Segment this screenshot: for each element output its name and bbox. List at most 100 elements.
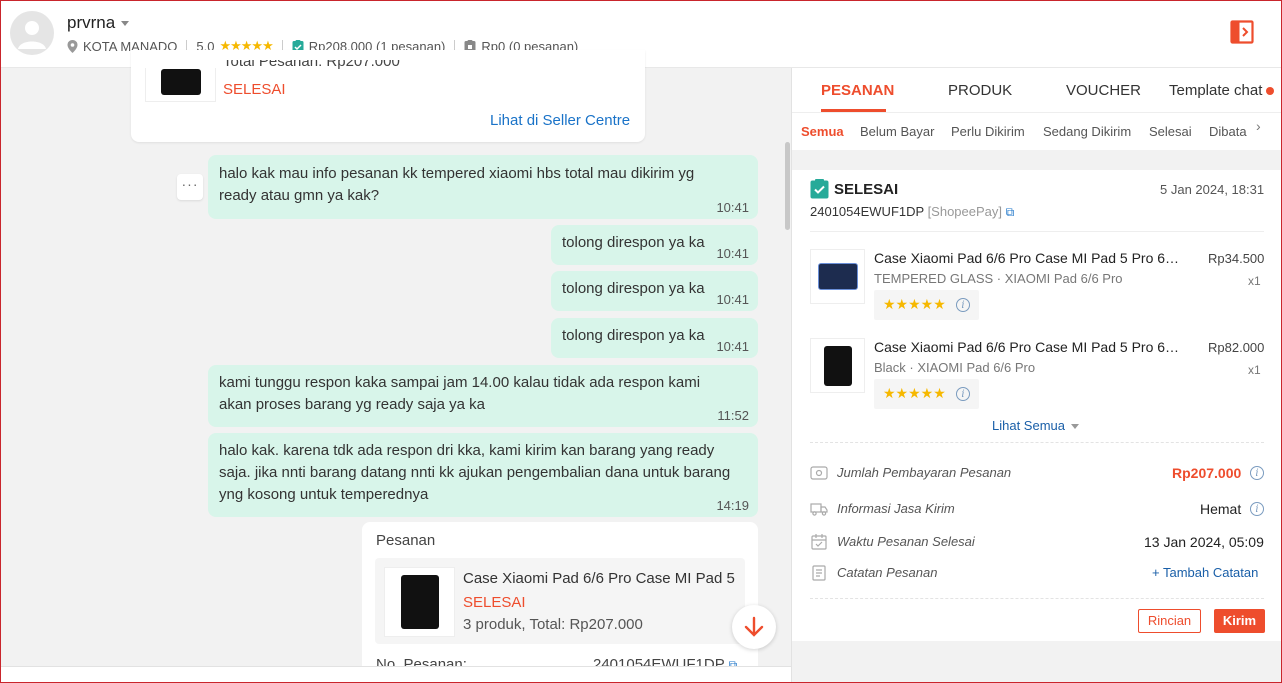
chat-message[interactable]: halo kak. karena tdk ada respon dri kka,… bbox=[208, 433, 758, 517]
payment-value: Rp207.000 bbox=[1172, 465, 1242, 481]
tab-voucher[interactable]: VOUCHER bbox=[1066, 82, 1141, 99]
tab-produk[interactable]: PRODUK bbox=[948, 82, 1012, 99]
order-number-text: 2401054EWUF1DP bbox=[593, 656, 725, 666]
top-order-status: SELESAI bbox=[223, 81, 286, 98]
chat-input-bar[interactable] bbox=[0, 666, 791, 683]
copy-icon[interactable]: ⧉ bbox=[1006, 205, 1015, 219]
subtab-belum-bayar[interactable]: Belum Bayar bbox=[860, 124, 934, 139]
panel-footer-spacer bbox=[792, 641, 1282, 683]
divider bbox=[810, 598, 1264, 599]
divider bbox=[810, 442, 1264, 443]
subtab-perlu-dikirim[interactable]: Perlu Dikirim bbox=[951, 124, 1025, 139]
product-variant: TEMPERED GLASS · XIAOMI Pad 6/6 Pro bbox=[874, 271, 1123, 286]
message-text: akan proses barang yg ready saja ya ka bbox=[219, 396, 485, 413]
avatar-icon[interactable] bbox=[10, 11, 54, 55]
product-quantity: x1 bbox=[1248, 363, 1261, 377]
product-price: Rp34.500 bbox=[1208, 251, 1265, 266]
chat-message[interactable]: tolong direspon ya ka 10:41 bbox=[551, 271, 758, 311]
shipping-label: Informasi Jasa Kirim bbox=[837, 501, 955, 516]
info-icon[interactable]: i bbox=[956, 298, 970, 312]
product-rating: ★★★★★ i bbox=[874, 290, 979, 320]
chat-message[interactable]: halo kak mau info pesanan kk tempered xi… bbox=[208, 155, 758, 219]
order-filter-tabs: Semua Belum Bayar Perlu Dikirim Sedang D… bbox=[792, 113, 1247, 150]
message-text: kami tunggu respon kaka sampai jam 14.00… bbox=[219, 374, 701, 391]
product-name[interactable]: Case Xiaomi Pad 6/6 Pro Case MI Pad 5 Pr… bbox=[874, 339, 1180, 355]
message-text: saja. jika nnti barang datang nnti kk aj… bbox=[219, 464, 731, 481]
chat-message[interactable]: tolong direspon ya ka 10:41 bbox=[551, 318, 758, 358]
chevron-down-icon bbox=[1071, 424, 1079, 430]
chat-scrollbar[interactable] bbox=[785, 142, 790, 230]
order-status: SELESAI bbox=[834, 181, 899, 198]
panel-tabs: PESANAN PRODUK VOUCHER Template chat bbox=[792, 68, 1282, 113]
product-thumbnail bbox=[810, 249, 865, 304]
section-spacer bbox=[792, 150, 1282, 170]
message-text: yng kosong untuk temperednya bbox=[219, 486, 429, 503]
order-status: SELESAI bbox=[463, 594, 526, 611]
location-pin-icon bbox=[67, 39, 78, 53]
chevron-right-icon[interactable]: › bbox=[1256, 118, 1261, 134]
order-card-title: Pesanan bbox=[376, 532, 436, 549]
tab-template-chat-label: Template chat bbox=[1169, 82, 1263, 99]
active-tab-indicator bbox=[821, 109, 886, 112]
product-name[interactable]: Case Xiaomi Pad 6/6 Pro Case MI Pad 5 Pr… bbox=[874, 250, 1180, 266]
shipping-value: Hemat bbox=[1200, 501, 1242, 517]
exit-icon[interactable] bbox=[1230, 20, 1254, 44]
message-time: 10:41 bbox=[716, 200, 749, 215]
copy-icon[interactable]: ⧉ bbox=[729, 658, 738, 666]
product-quantity: x1 bbox=[1248, 274, 1261, 288]
scroll-down-arrow-icon[interactable] bbox=[732, 605, 776, 649]
product-thumbnail bbox=[810, 338, 865, 393]
info-icon[interactable]: i bbox=[1250, 502, 1264, 516]
message-text: halo kak. karena tdk ada respon dri kka,… bbox=[219, 442, 715, 459]
info-icon[interactable]: i bbox=[1250, 466, 1264, 480]
chat-message[interactable]: tolong direspon ya ka 10:41 bbox=[551, 225, 758, 265]
message-time: 10:41 bbox=[716, 246, 749, 261]
completed-status-icon bbox=[810, 179, 829, 204]
username[interactable]: prvrna bbox=[67, 13, 130, 33]
tab-template-chat[interactable]: Template chat bbox=[1169, 82, 1275, 99]
subtab-dibatalkan[interactable]: Dibatalkan bbox=[1209, 124, 1247, 139]
truck-icon bbox=[810, 501, 828, 517]
tab-pesanan[interactable]: PESANAN bbox=[821, 82, 894, 99]
seller-centre-link[interactable]: Lihat di Seller Centre bbox=[490, 112, 630, 129]
subtab-sedang-dikirim[interactable]: Sedang Dikirim bbox=[1043, 124, 1131, 139]
product-thumbnail bbox=[145, 68, 216, 102]
detail-button[interactable]: Rincian bbox=[1138, 609, 1201, 633]
message-text: tolong direspon ya ka bbox=[562, 327, 705, 344]
order-date: 5 Jan 2024, 18:31 bbox=[1160, 182, 1265, 197]
send-button[interactable]: Kirim bbox=[1214, 609, 1265, 633]
payment-label: Jumlah Pembayaran Pesanan bbox=[837, 465, 1012, 480]
subtab-selesai[interactable]: Selesai bbox=[1149, 124, 1192, 139]
product-rating: ★★★★★ i bbox=[874, 379, 979, 409]
star-icon: ★★★★★ bbox=[883, 385, 946, 401]
star-icon: ★★★★★ bbox=[883, 296, 946, 312]
see-all-link[interactable]: Lihat Semua bbox=[992, 418, 1079, 433]
calendar-icon bbox=[810, 534, 828, 550]
add-note-link[interactable]: + Tambah Catatan bbox=[1152, 565, 1258, 580]
order-number: 2401054EWUF1DP [ShopeePay] ⧉ bbox=[810, 204, 1014, 220]
order-number: 2401054EWUF1DP ⧉ bbox=[593, 656, 737, 666]
order-summary: 3 produk, Total: Rp207.000 bbox=[463, 616, 643, 633]
order-product-name: Case Xiaomi Pad 6/6 Pro Case MI Pad 5 Pr… bbox=[463, 570, 737, 587]
message-time: 10:41 bbox=[716, 339, 749, 354]
note-label: Catatan Pesanan bbox=[837, 565, 938, 580]
subtab-semua[interactable]: Semua bbox=[801, 124, 844, 139]
chat-message[interactable]: kami tunggu respon kaka sampai jam 14.00… bbox=[208, 365, 758, 427]
info-icon[interactable]: i bbox=[956, 387, 970, 401]
product-price: Rp82.000 bbox=[1208, 340, 1265, 355]
username-text: prvrna bbox=[67, 13, 116, 32]
message-text: tolong direspon ya ka bbox=[562, 280, 705, 297]
product-thumbnail bbox=[384, 567, 455, 637]
more-options-icon[interactable]: ··· bbox=[177, 174, 203, 200]
wallet-icon bbox=[810, 465, 828, 481]
chevron-down-icon[interactable] bbox=[121, 21, 130, 27]
payment-method: [ShopeePay] bbox=[927, 204, 1003, 219]
order-number-label: No. Pesanan: bbox=[376, 656, 467, 666]
completed-time-label: Waktu Pesanan Selesai bbox=[837, 534, 975, 549]
message-time: 10:41 bbox=[716, 292, 749, 307]
order-number-text: 2401054EWUF1DP bbox=[810, 204, 924, 219]
message-text: tolong direspon ya ka bbox=[562, 234, 705, 251]
top-order-total: Total Pesanan: Rp207.000 bbox=[223, 60, 400, 70]
note-icon bbox=[810, 565, 828, 581]
completed-time-value: 13 Jan 2024, 05:09 bbox=[1144, 534, 1264, 550]
